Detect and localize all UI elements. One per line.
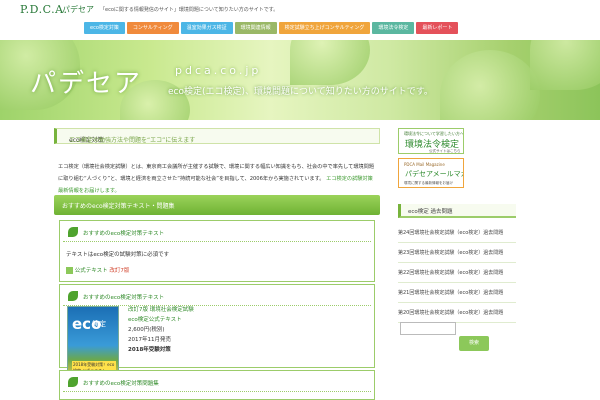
book-info: 改訂7版 環境社会検定試験 eco検定公式テキスト 2,600円(税別) 201… bbox=[128, 305, 194, 355]
site-logo[interactable]: P.D.C.A. bbox=[20, 3, 68, 16]
search-input[interactable] bbox=[400, 322, 456, 335]
recommend-box-workbook: おすすめのeco検定対策問題集 bbox=[59, 370, 375, 400]
banner-law-sub: 公式サイトはこちら bbox=[429, 149, 461, 153]
hero-title: パデセア bbox=[30, 69, 143, 99]
nav-item-latest-report[interactable]: 最新レポート bbox=[416, 22, 459, 34]
sidebar-heading-text: eco検定 過去問題 bbox=[408, 209, 453, 215]
sidebar-heading: eco検定 過去問題 bbox=[398, 204, 516, 218]
box-header: おすすめのeco検定対策テキスト bbox=[63, 224, 371, 242]
hero-banner: パデセア pdca.co.jp eco検定(エコ検定)、環境問題について知りたい… bbox=[0, 40, 600, 120]
search-button[interactable]: 検索 bbox=[459, 336, 489, 351]
banner-mail-small: PDCA Mail Magazine bbox=[404, 162, 445, 167]
box-body: テキストはeco検定の試験対策に必須です 公式テキスト 改訂7版 bbox=[60, 242, 374, 280]
intro-link-news[interactable]: 最新情報をお届けします。 bbox=[58, 188, 120, 194]
hero-description: eco検定(エコ検定)、環境問題について知りたい方のサイトです。 bbox=[168, 87, 433, 97]
nav-item-law-exam[interactable]: 環境法令検定 bbox=[372, 22, 415, 34]
book-date: 2017年11月発売 bbox=[128, 337, 171, 343]
page-title-sub: エコ検定の勉強方法や問題を“エコ”に伝えます bbox=[69, 137, 196, 144]
sidebar-list: 第24回環境社会検定試験（eco検定）過去問題 第23回環境社会検定試験（eco… bbox=[398, 223, 516, 323]
nav-item-eco-exam[interactable]: eco検定対策 bbox=[84, 22, 125, 34]
leaf-decoration bbox=[290, 40, 370, 85]
section-title: おすすめのeco検定対策テキスト・問題集 bbox=[62, 203, 175, 210]
section-header-recommend: おすすめのeco検定対策テキスト・問題集 bbox=[54, 195, 380, 215]
nav-item-exam-consulting[interactable]: 検定試験立ち上げコンサルティング bbox=[278, 22, 371, 34]
box-header: おすすめのeco検定対策問題集 bbox=[63, 374, 371, 392]
hero-domain: pdca.co.jp bbox=[175, 64, 262, 77]
global-nav: eco検定対策 コンサルティング 温室効果ガス検証 環境関連情報 検定試験立ち上… bbox=[84, 22, 459, 34]
book-price: 2,600円(税別) bbox=[128, 327, 165, 333]
book-subtitle[interactable]: eco検定公式テキスト bbox=[128, 315, 194, 325]
box-tags: 公式テキスト 改訂7版 bbox=[66, 266, 368, 274]
leaf-decoration bbox=[530, 40, 600, 90]
site-tagline: 「ecoに関する情報発信のサイト」環境問題について知りたい方のサイトです。 bbox=[100, 7, 279, 13]
book-title[interactable]: 改訂7版 環境社会検定試験 bbox=[128, 305, 194, 315]
sidebar-item-past-exam[interactable]: 第20回環境社会検定試験（eco検定）過去問題 bbox=[398, 303, 516, 323]
leaf-icon bbox=[68, 291, 78, 301]
book-cover-ken: 検定 bbox=[92, 320, 106, 328]
box-title[interactable]: おすすめのeco検定対策テキスト bbox=[83, 293, 164, 301]
box-title[interactable]: おすすめのeco検定対策テキスト bbox=[83, 229, 164, 237]
sidebar-item-past-exam[interactable]: 第22回環境社会検定試験（eco検定）過去問題 bbox=[398, 263, 516, 283]
recommend-box-text: おすすめのeco検定対策テキスト テキストはeco検定の試験対策に必須です 公式… bbox=[59, 220, 375, 282]
banner-mail-title: パデセアメールマガジン bbox=[405, 170, 463, 178]
banner-mail-sub: 環境に関する最新情報をお届け bbox=[404, 181, 453, 185]
book-cover-image[interactable]: eco 検定 2018年受験対策！eco検定 公式テキスト bbox=[67, 306, 119, 378]
nav-item-consulting[interactable]: コンサルティング bbox=[126, 22, 179, 34]
box-tag-edition[interactable]: 改訂7版 bbox=[109, 268, 129, 274]
box-header: おすすめのeco検定対策テキスト bbox=[63, 288, 371, 306]
top-bar: P.D.C.A. パデセア 「ecoに関する情報発信のサイト」環境問題について知… bbox=[0, 0, 600, 22]
box-tag-official[interactable]: 公式テキスト bbox=[75, 268, 108, 274]
sidebar-item-past-exam[interactable]: 第24回環境社会検定試験（eco検定）過去問題 bbox=[398, 223, 516, 243]
box-line: テキストはeco検定の試験対策に必須です bbox=[66, 252, 170, 258]
banner-mail-magazine[interactable]: PDCA Mail Magazine パデセアメールマガジン 環境に関する最新情… bbox=[398, 158, 464, 188]
leaf-decoration bbox=[440, 50, 540, 120]
intro-link-exam[interactable]: エコ検定の試験対策 bbox=[326, 176, 373, 182]
sidebar-item-past-exam[interactable]: 第21回環境社会検定試験（eco検定）過去問題 bbox=[398, 283, 516, 303]
leaf-icon bbox=[68, 227, 78, 237]
intro-paragraph: エコ検定（環境社会検定試験）とは、東京商工会議所が主催する試験で、環境に関する幅… bbox=[58, 161, 378, 197]
box-title[interactable]: おすすめのeco検定対策問題集 bbox=[83, 379, 159, 387]
book-edition: 2018年受験対策 bbox=[128, 347, 171, 353]
sidebar-item-past-exam[interactable]: 第23回環境社会検定試験（eco検定）過去問題 bbox=[398, 243, 516, 263]
banner-law-exam[interactable]: 環境法令について学習したい方へ 環境法令検定 公式サイトはこちら bbox=[398, 128, 464, 154]
nav-item-environment-info[interactable]: 環境関連情報 bbox=[234, 22, 277, 34]
page-title: eco検定対策 エコ検定の勉強方法や問題を“エコ”に伝えます bbox=[54, 128, 380, 144]
site-logo-sub: パデセア bbox=[62, 5, 94, 14]
nav-item-ghg-verification[interactable]: 温室効果ガス検証 bbox=[180, 22, 233, 34]
leaf-icon bbox=[68, 377, 78, 387]
leaf-bullet-icon bbox=[66, 267, 73, 274]
